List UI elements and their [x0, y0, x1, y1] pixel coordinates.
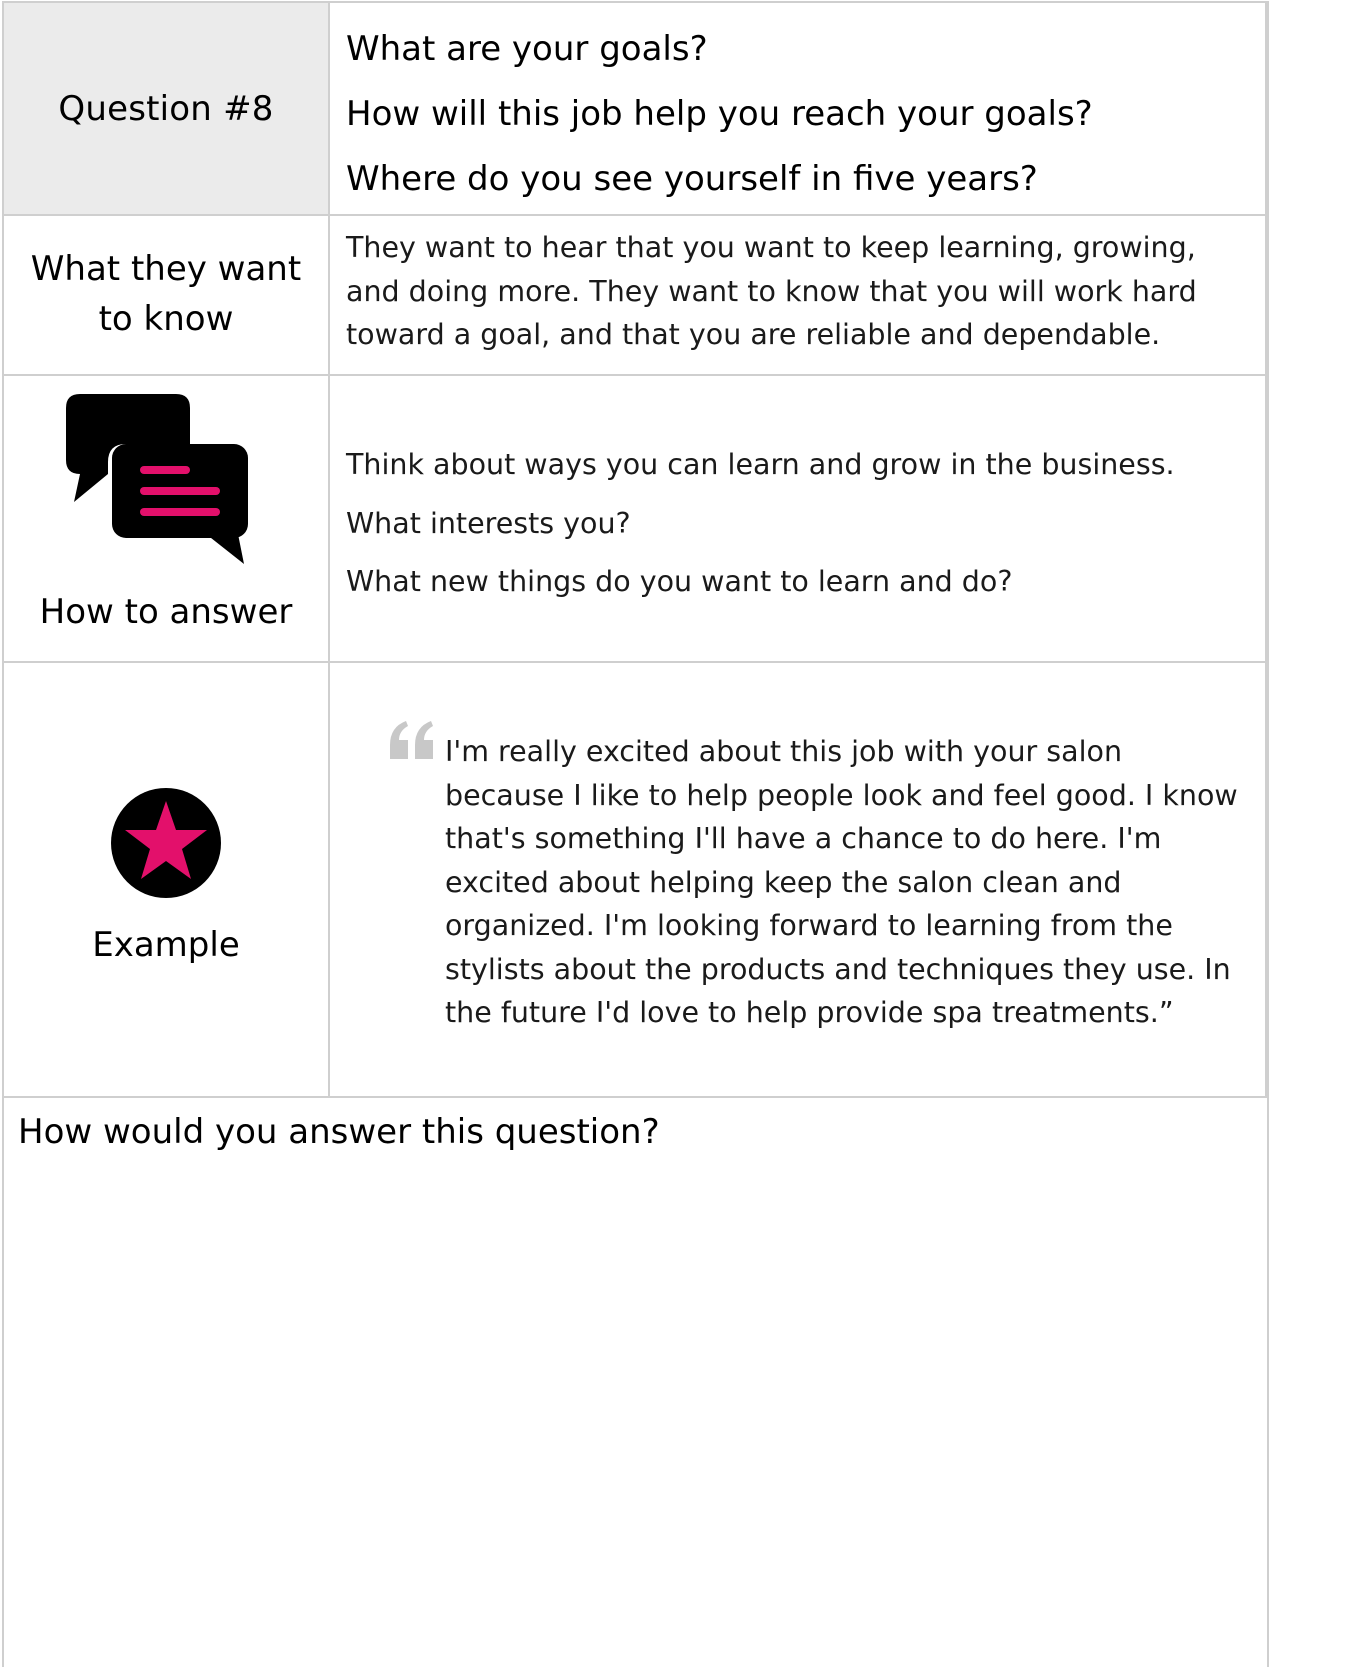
example-text-cell: I'm really excited about this job with y… — [332, 663, 1267, 1096]
question-line: How will this job help you reach your go… — [346, 94, 1093, 134]
star-icon — [111, 788, 221, 898]
example-label: Example — [92, 925, 240, 965]
what-they-want-label: What they want to know — [30, 249, 302, 339]
outer-border — [1267, 1, 1269, 1667]
question-label-cell: Question #8 — [4, 3, 330, 214]
question-text-cell: What are your goals? How will this job h… — [332, 3, 1267, 214]
how-to-answer-line: What interests you? — [346, 506, 631, 540]
what-they-want-row: What they want to know They want to hear… — [4, 214, 1267, 376]
example-row: Example I'm really excited about this jo… — [4, 663, 1267, 1098]
question-row: Question #8 What are your goals? How wil… — [4, 1, 1267, 216]
worksheet: Question #8 What are your goals? How wil… — [2, 1, 1345, 1667]
chat-bubbles-icon — [66, 394, 248, 564]
what-they-want-text: They want to hear that you want to keep … — [346, 231, 1197, 351]
how-to-answer-row: How to answer Think about ways you can l… — [4, 376, 1267, 663]
answer-area[interactable]: How would you answer this question? — [4, 1098, 1267, 1668]
question-line: Where do you see yourself in five years? — [346, 159, 1038, 199]
example-quote-text: I'm really excited about this job with y… — [445, 735, 1238, 1029]
how-to-answer-line: What new things do you want to learn and… — [346, 565, 1013, 598]
how-to-answer-label-cell: How to answer — [4, 376, 330, 661]
example-label-cell: Example — [4, 663, 330, 1096]
what-they-want-label-cell: What they want to know — [4, 214, 330, 374]
what-they-want-text-cell: They want to hear that you want to keep … — [332, 214, 1267, 374]
how-to-answer-line: Think about ways you can learn and grow … — [346, 448, 1175, 481]
quote-icon — [390, 721, 433, 759]
how-to-answer-text-cell: Think about ways you can learn and grow … — [332, 376, 1267, 661]
question-label: Question #8 — [58, 88, 274, 129]
how-to-answer-label: How to answer — [39, 592, 293, 632]
question-line: What are your goals? — [346, 29, 708, 69]
answer-prompt: How would you answer this question? — [18, 1112, 660, 1152]
